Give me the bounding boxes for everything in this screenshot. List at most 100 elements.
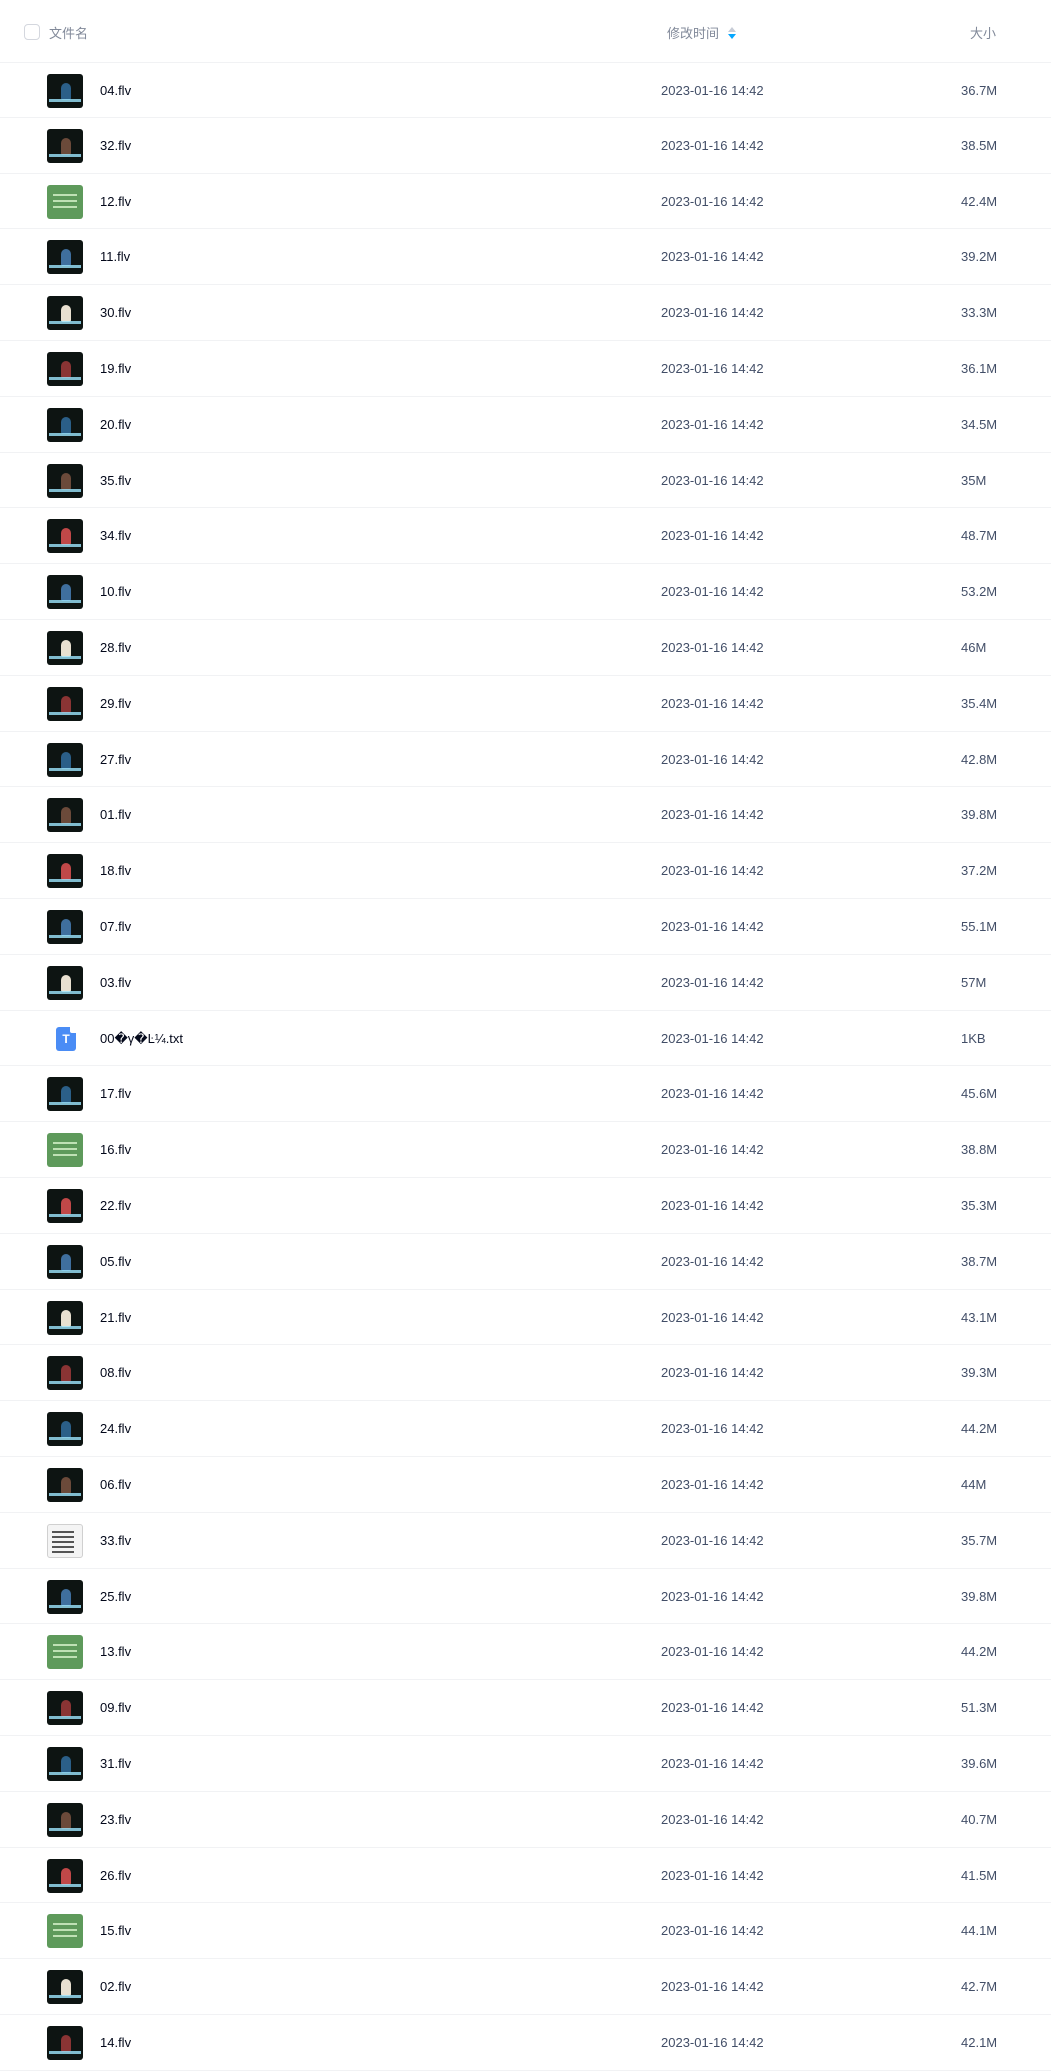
video-thumbnail-icon[interactable] bbox=[47, 1412, 83, 1447]
file-name[interactable]: 13.flv bbox=[100, 1644, 131, 1659]
file-row[interactable]: 16.flv 2023-01-16 14:42 38.8M bbox=[0, 1122, 1051, 1178]
video-thumbnail-icon[interactable] bbox=[47, 2025, 83, 2060]
video-thumbnail-icon[interactable] bbox=[47, 686, 83, 721]
file-name[interactable]: 32.flv bbox=[100, 138, 131, 153]
file-name[interactable]: 34.flv bbox=[100, 528, 131, 543]
video-thumbnail-icon[interactable] bbox=[47, 1914, 83, 1949]
video-thumbnail-icon[interactable] bbox=[47, 1188, 83, 1223]
file-name[interactable]: 23.flv bbox=[100, 1812, 131, 1827]
video-thumbnail-icon[interactable] bbox=[47, 1858, 83, 1893]
video-thumbnail-icon[interactable] bbox=[47, 351, 83, 386]
file-row[interactable]: 31.flv 2023-01-16 14:42 39.6M bbox=[0, 1736, 1051, 1792]
video-thumbnail-icon[interactable] bbox=[47, 519, 83, 554]
file-row[interactable]: 22.flv 2023-01-16 14:42 35.3M bbox=[0, 1178, 1051, 1234]
video-thumbnail-icon[interactable] bbox=[47, 1077, 83, 1112]
file-name[interactable]: 27.flv bbox=[100, 752, 131, 767]
video-thumbnail-icon[interactable] bbox=[47, 407, 83, 442]
file-name[interactable]: 07.flv bbox=[100, 919, 131, 934]
file-row[interactable]: 28.flv 2023-01-16 14:42 46M bbox=[0, 620, 1051, 676]
file-name[interactable]: 22.flv bbox=[100, 1198, 131, 1213]
file-row[interactable]: 04.flv 2023-01-16 14:42 36.7M bbox=[0, 62, 1051, 118]
file-row[interactable]: 34.flv 2023-01-16 14:42 48.7M bbox=[0, 508, 1051, 565]
file-name[interactable]: 09.flv bbox=[100, 1700, 131, 1715]
video-thumbnail-icon[interactable] bbox=[47, 854, 83, 889]
file-row[interactable]: 03.flv 2023-01-16 14:42 57M bbox=[0, 955, 1051, 1011]
video-thumbnail-icon[interactable] bbox=[47, 965, 83, 1000]
video-thumbnail-icon[interactable] bbox=[47, 1691, 83, 1726]
file-name[interactable]: 35.flv bbox=[100, 473, 131, 488]
video-thumbnail-icon[interactable] bbox=[47, 798, 83, 833]
file-name[interactable]: 08.flv bbox=[100, 1365, 131, 1380]
file-name[interactable]: 31.flv bbox=[100, 1756, 131, 1771]
video-thumbnail-icon[interactable] bbox=[47, 1802, 83, 1837]
file-row[interactable]: 24.flv 2023-01-16 14:42 44.2M bbox=[0, 1401, 1051, 1457]
select-all-checkbox[interactable] bbox=[24, 24, 40, 40]
video-thumbnail-icon[interactable] bbox=[47, 128, 83, 163]
file-row[interactable]: 25.flv 2023-01-16 14:42 39.8M bbox=[0, 1569, 1051, 1625]
file-name[interactable]: 21.flv bbox=[100, 1310, 131, 1325]
file-row[interactable]: 02.flv 2023-01-16 14:42 42.7M bbox=[0, 1959, 1051, 2015]
file-row[interactable]: 32.flv 2023-01-16 14:42 38.5M bbox=[0, 118, 1051, 174]
video-thumbnail-icon[interactable] bbox=[47, 240, 83, 275]
file-row[interactable]: 08.flv 2023-01-16 14:42 39.3M bbox=[0, 1345, 1051, 1402]
video-thumbnail-icon[interactable] bbox=[47, 1300, 83, 1335]
file-name[interactable]: 15.flv bbox=[100, 1923, 131, 1938]
file-name[interactable]: 14.flv bbox=[100, 2035, 131, 2050]
file-name[interactable]: 10.flv bbox=[100, 584, 131, 599]
file-row[interactable]: 21.flv 2023-01-16 14:42 43.1M bbox=[0, 1290, 1051, 1346]
file-row[interactable]: 17.flv 2023-01-16 14:42 45.6M bbox=[0, 1066, 1051, 1123]
video-thumbnail-icon[interactable] bbox=[47, 630, 83, 665]
file-name[interactable]: 20.flv bbox=[100, 417, 131, 432]
file-row[interactable]: 27.flv 2023-01-16 14:42 42.8M bbox=[0, 732, 1051, 788]
file-name[interactable]: 29.flv bbox=[100, 696, 131, 711]
video-thumbnail-icon[interactable] bbox=[47, 463, 83, 498]
sort-desc-icon[interactable] bbox=[727, 26, 737, 40]
column-header-modified[interactable]: 修改时间 bbox=[667, 23, 737, 42]
file-row[interactable]: T 00�γ�Ŀ¼.txt 2023-01-16 14:42 1KB bbox=[0, 1011, 1051, 1067]
file-row[interactable]: 10.flv 2023-01-16 14:42 53.2M bbox=[0, 564, 1051, 620]
file-row[interactable]: 09.flv 2023-01-16 14:42 51.3M bbox=[0, 1680, 1051, 1736]
video-thumbnail-icon[interactable] bbox=[47, 742, 83, 777]
file-row[interactable]: 20.flv 2023-01-16 14:42 34.5M bbox=[0, 397, 1051, 453]
file-row[interactable]: 11.flv 2023-01-16 14:42 39.2M bbox=[0, 229, 1051, 286]
file-name[interactable]: 12.flv bbox=[100, 194, 131, 209]
file-row[interactable]: 29.flv 2023-01-16 14:42 35.4M bbox=[0, 676, 1051, 732]
video-thumbnail-icon[interactable] bbox=[47, 1635, 83, 1670]
file-name[interactable]: 18.flv bbox=[100, 863, 131, 878]
file-row[interactable]: 06.flv 2023-01-16 14:42 44M bbox=[0, 1457, 1051, 1513]
file-row[interactable]: 19.flv 2023-01-16 14:42 36.1M bbox=[0, 341, 1051, 397]
file-row[interactable]: 05.flv 2023-01-16 14:42 38.7M bbox=[0, 1234, 1051, 1290]
file-name[interactable]: 02.flv bbox=[100, 1979, 131, 1994]
video-thumbnail-icon[interactable] bbox=[47, 296, 83, 331]
file-row[interactable]: 01.flv 2023-01-16 14:42 39.8M bbox=[0, 787, 1051, 844]
file-name[interactable]: 16.flv bbox=[100, 1142, 131, 1157]
file-name[interactable]: 05.flv bbox=[100, 1254, 131, 1269]
file-name[interactable]: 30.flv bbox=[100, 305, 131, 320]
file-name[interactable]: 06.flv bbox=[100, 1477, 131, 1492]
file-row[interactable]: 18.flv 2023-01-16 14:42 37.2M bbox=[0, 843, 1051, 899]
video-thumbnail-icon[interactable] bbox=[47, 1523, 83, 1558]
file-name[interactable]: 28.flv bbox=[100, 640, 131, 655]
file-row[interactable]: 07.flv 2023-01-16 14:42 55.1M bbox=[0, 899, 1051, 955]
video-thumbnail-icon[interactable] bbox=[47, 74, 83, 108]
video-thumbnail-icon[interactable] bbox=[47, 1133, 83, 1168]
file-name[interactable]: 24.flv bbox=[100, 1421, 131, 1436]
video-thumbnail-icon[interactable] bbox=[47, 1244, 83, 1279]
file-row[interactable]: 13.flv 2023-01-16 14:42 44.2M bbox=[0, 1624, 1051, 1681]
file-row[interactable]: 23.flv 2023-01-16 14:42 40.7M bbox=[0, 1792, 1051, 1848]
video-thumbnail-icon[interactable] bbox=[47, 909, 83, 944]
file-row[interactable]: 12.flv 2023-01-16 14:42 42.4M bbox=[0, 174, 1051, 230]
column-header-size[interactable]: 大小 bbox=[970, 23, 996, 42]
video-thumbnail-icon[interactable] bbox=[47, 575, 83, 610]
file-name[interactable]: 00�γ�Ŀ¼.txt bbox=[100, 1031, 183, 1047]
file-name[interactable]: 04.flv bbox=[100, 83, 131, 98]
column-header-name[interactable]: 文件名 bbox=[49, 23, 88, 42]
file-name[interactable]: 26.flv bbox=[100, 1868, 131, 1883]
file-row[interactable]: 15.flv 2023-01-16 14:42 44.1M bbox=[0, 1903, 1051, 1960]
file-row[interactable]: 30.flv 2023-01-16 14:42 33.3M bbox=[0, 285, 1051, 341]
video-thumbnail-icon[interactable] bbox=[47, 1356, 83, 1391]
file-name[interactable]: 11.flv bbox=[100, 249, 130, 264]
video-thumbnail-icon[interactable] bbox=[47, 184, 83, 219]
video-thumbnail-icon[interactable] bbox=[47, 1746, 83, 1781]
file-name[interactable]: 33.flv bbox=[100, 1533, 131, 1548]
